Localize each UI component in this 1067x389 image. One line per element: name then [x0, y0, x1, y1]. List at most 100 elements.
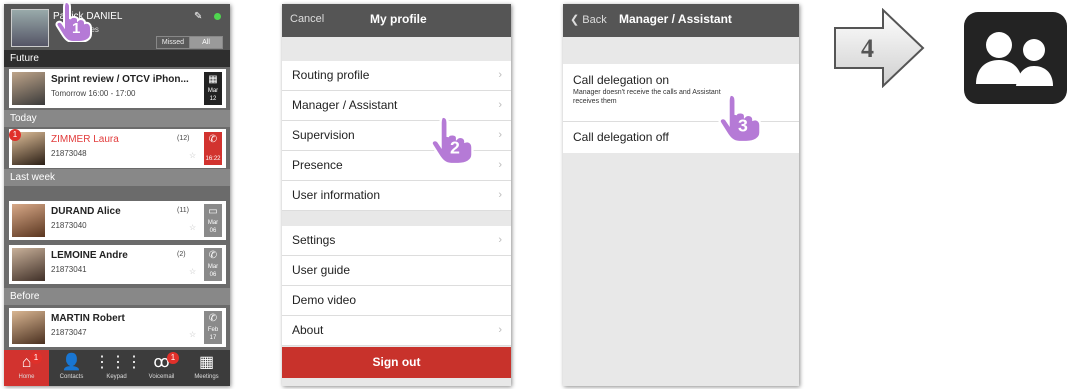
tile-time: 16:22	[205, 156, 221, 162]
page-title: Manager / Assistant	[619, 12, 732, 26]
tile-day: 06	[209, 272, 217, 278]
menu-item-user-information[interactable]: User information ›	[282, 181, 511, 211]
menu-label: About	[292, 323, 324, 337]
menu-item-about[interactable]: About ›	[282, 316, 511, 346]
section-before: Before	[4, 288, 230, 305]
date-tile[interactable]: ▦ Mar 12	[204, 72, 222, 105]
menu-label: Settings	[292, 233, 336, 247]
cancel-button[interactable]: Cancel	[290, 13, 324, 25]
menu-label: User guide	[292, 263, 351, 277]
filter-missed[interactable]: Missed	[156, 36, 190, 49]
phone-icon: ✆	[208, 134, 218, 145]
tile-month: Feb	[207, 327, 219, 333]
nav-voicemail[interactable]: ꝏ Voicemail 1	[139, 350, 184, 386]
chevron-right-icon: ›	[498, 324, 502, 336]
contacts-icon	[964, 12, 1067, 104]
tile-month: Mar	[207, 88, 219, 94]
contact-photo	[12, 204, 45, 237]
call-count: (2)	[177, 251, 186, 258]
menu-label: Presence	[292, 158, 343, 172]
call-count: (11)	[177, 207, 189, 214]
missed-badge: 1	[9, 129, 21, 141]
hand-pointer-icon: 3	[718, 93, 762, 142]
step-number: 4	[861, 34, 874, 63]
chevron-left-icon: ❮	[570, 14, 580, 26]
step-number: 1	[72, 20, 80, 37]
nav-label: Home	[18, 374, 35, 380]
favorite-icon[interactable]: ☆	[189, 330, 196, 339]
favorite-icon[interactable]: ☆	[189, 151, 196, 160]
list-item[interactable]: Sprint review / OTCV iPhon... Tomorrow 1…	[9, 69, 226, 108]
item-name: LEMOINE Andre	[51, 250, 128, 261]
favorite-icon[interactable]: ☆	[189, 223, 196, 232]
menu-item-manager-assistant[interactable]: Manager / Assistant ›	[282, 91, 511, 121]
call-tile[interactable]: ✆ Feb 17	[204, 311, 222, 344]
message-tile[interactable]: ▭ Mar 06	[204, 204, 222, 237]
phone-icon: ✆	[208, 250, 218, 261]
menu-item-presence[interactable]: Presence ›	[282, 151, 511, 181]
phone-icon: ✆	[208, 313, 218, 324]
option-title: Call delegation on	[573, 73, 670, 87]
chevron-right-icon: ›	[498, 159, 502, 171]
call-tile[interactable]: ✆ Mar 06	[204, 248, 222, 281]
section-future: Future	[4, 50, 230, 67]
item-name: DURAND Alice	[51, 206, 121, 217]
nav-label: Meetings	[194, 374, 219, 380]
tile-month: Mar	[207, 220, 219, 226]
keypad-icon: ⋮⋮⋮	[94, 354, 142, 371]
nav-label: Keypad	[106, 374, 127, 380]
menu-item-demo-video[interactable]: Demo video	[282, 286, 511, 316]
contact-photo	[12, 248, 45, 281]
step-number: 2	[450, 137, 460, 157]
menu-item-user-guide[interactable]: User guide	[282, 256, 511, 286]
chevron-right-icon: ›	[498, 129, 502, 141]
contact-photo	[12, 72, 45, 105]
nav-home[interactable]: ⌂ Home 1	[4, 350, 49, 386]
pin-icon[interactable]: ✎	[194, 11, 202, 22]
presence-indicator	[214, 13, 221, 20]
sign-out-button[interactable]: Sign out	[282, 347, 511, 378]
menu-label: User information	[292, 188, 381, 202]
my-profile-screen: Cancel My profile Routing profile › Manag…	[282, 4, 511, 386]
menu-item-settings[interactable]: Settings ›	[282, 226, 511, 256]
manager-assistant-screen: ❮ Back Manager / Assistant Call delegati…	[563, 4, 799, 386]
item-sub: 21873041	[51, 265, 87, 274]
item-name: ZIMMER Laura	[51, 134, 119, 145]
home-icon: ⌂	[21, 354, 32, 371]
header: ❮ Back Manager / Assistant	[563, 4, 799, 37]
filter-all[interactable]: All	[189, 36, 223, 49]
list-item[interactable]: DURAND Alice 21873040 (11) ☆ ▭ Mar 06	[9, 201, 226, 240]
nav-keypad[interactable]: ⋮⋮⋮ Keypad	[94, 350, 142, 386]
people-icon	[976, 32, 1053, 86]
list-item[interactable]: LEMOINE Andre 21873041 (2) ☆ ✆ Mar 06	[9, 245, 226, 284]
header: Cancel My profile	[282, 4, 511, 37]
tile-month: Mar	[207, 264, 219, 270]
contacts-icon: 👤	[61, 354, 82, 371]
menu-label: Supervision	[292, 128, 355, 142]
list-item[interactable]: 1 ZIMMER Laura 21873048 (12) ☆ ✆ 16:22	[9, 129, 226, 168]
menu-label: Routing profile	[292, 68, 370, 82]
back-button[interactable]: ❮ Back	[570, 13, 607, 26]
nav-contacts[interactable]: 👤 Contacts	[49, 350, 94, 386]
user-header[interactable]: Patrick DANIEL ...vices ✎ Missed All	[4, 4, 230, 50]
call-count: (12)	[177, 135, 190, 142]
avatar[interactable]	[11, 9, 49, 47]
menu-item-supervision[interactable]: Supervision ›	[282, 121, 511, 151]
menu-item-routing-profile[interactable]: Routing profile ›	[282, 61, 511, 91]
item-name: Sprint review / OTCV iPhon...	[51, 74, 189, 85]
nav-meetings[interactable]: ▦ Meetings	[184, 350, 229, 386]
option-description: Manager doesn't receive the calls and As…	[573, 89, 721, 105]
calendar-icon: ▦	[208, 74, 218, 85]
chevron-right-icon: ›	[498, 69, 502, 81]
list-item[interactable]: MARTIN Robert 21873047 ☆ ✆ Feb 17	[9, 308, 226, 347]
section-last-week: Last week	[4, 169, 230, 186]
item-sub: 21873048	[51, 149, 87, 158]
item-name: MARTIN Robert	[51, 313, 125, 324]
tile-day: 06	[209, 228, 217, 234]
menu-label: Demo video	[292, 293, 357, 307]
favorite-icon[interactable]: ☆	[189, 267, 196, 276]
section-today: Today	[4, 110, 230, 127]
nav-label: Contacts	[59, 374, 84, 380]
call-tile[interactable]: ✆ 16:22	[204, 132, 222, 165]
page-title: My profile	[370, 12, 427, 26]
